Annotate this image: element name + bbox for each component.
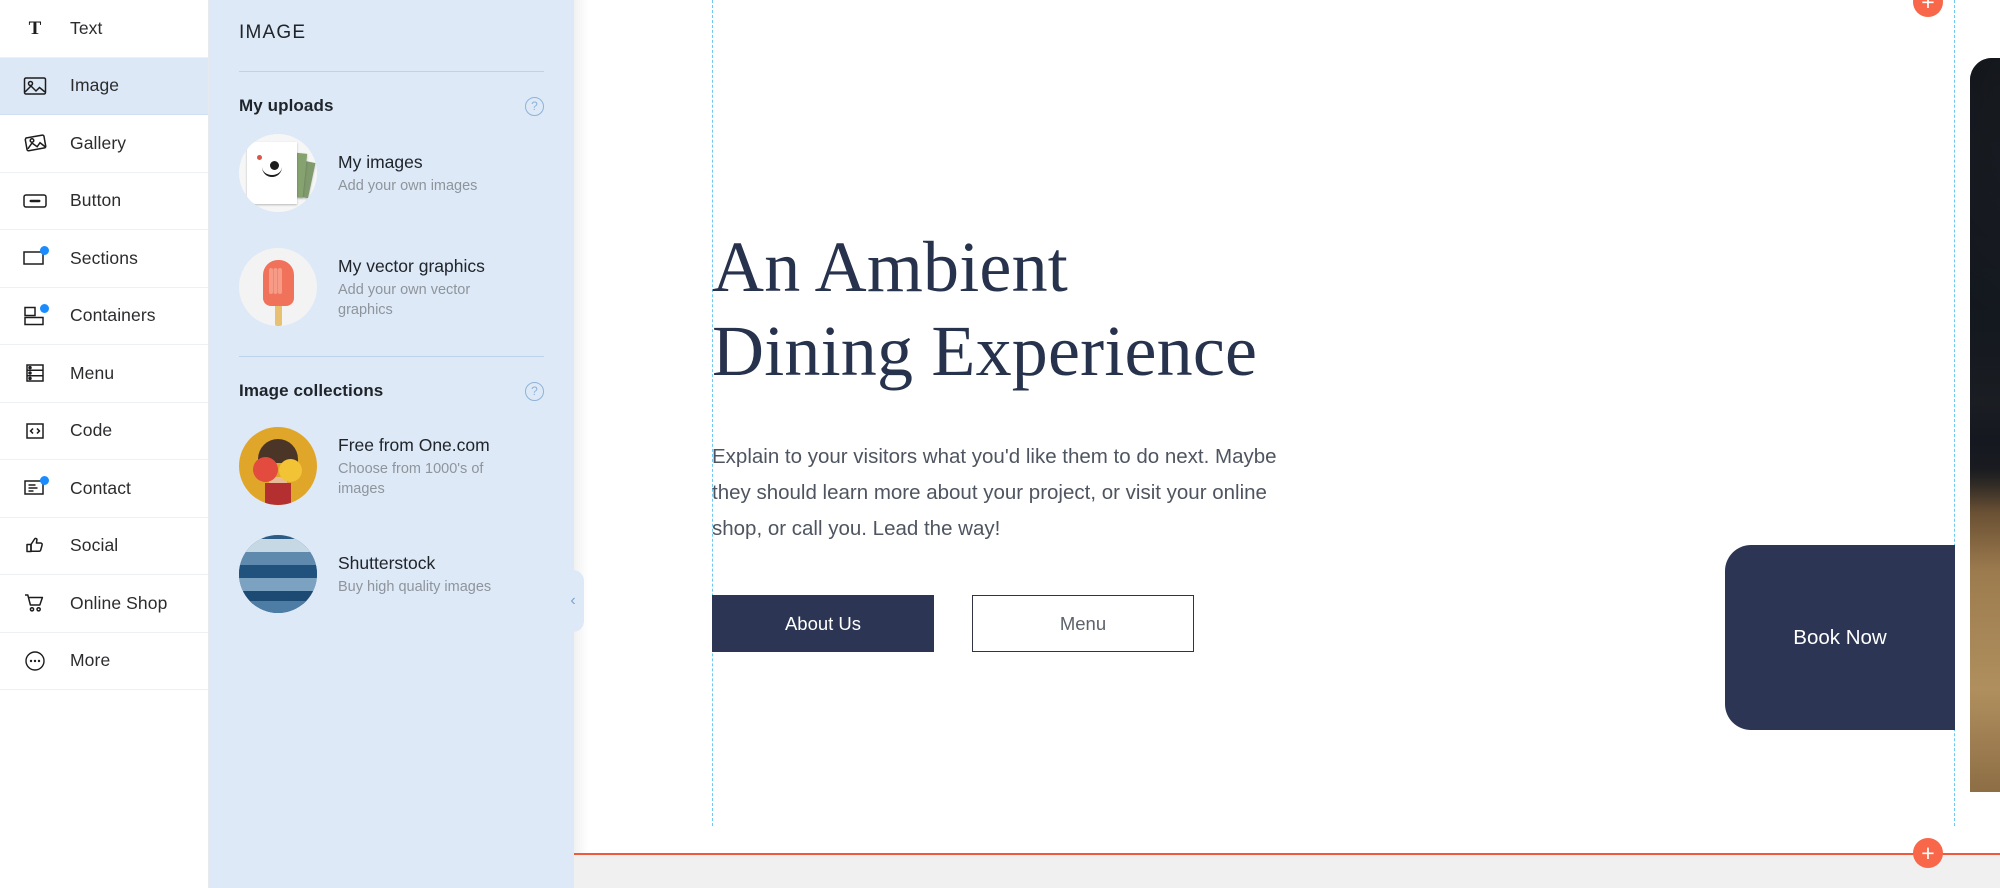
- sidebar-item-gallery[interactable]: Gallery: [0, 115, 208, 173]
- hero-text-block[interactable]: An Ambient Dining Experience Explain to …: [712, 225, 1312, 653]
- sidebar-item-button[interactable]: Button: [0, 173, 208, 230]
- gallery-icon: [22, 130, 48, 156]
- sidebar-item-label: Code: [70, 420, 113, 441]
- more-ellipsis-icon: [22, 648, 48, 674]
- help-icon[interactable]: ?: [525, 381, 544, 401]
- collapse-panel-handle[interactable]: ‹: [562, 570, 584, 632]
- sidebar-item-label: Contact: [70, 477, 132, 498]
- panel-title: IMAGE: [239, 22, 307, 43]
- ocean-waves-thumb: [239, 535, 317, 613]
- tile-subtitle: Add your own images: [338, 178, 478, 195]
- tile-subtitle: Add your own vector graphics: [338, 281, 471, 319]
- sidebar-item-label: Containers: [70, 305, 156, 326]
- page-title-line-2: Dining Experience: [712, 311, 1258, 392]
- tile-title: Free from One.com: [338, 435, 490, 456]
- section-header-image-collections: Image collections ?: [209, 357, 574, 401]
- image-panel: IMAGE My uploads ? My images Add your ow…: [209, 0, 574, 888]
- photos-stack-thumb: [239, 134, 317, 212]
- code-icon: [22, 418, 48, 444]
- sidebar-item-text[interactable]: T Text: [0, 0, 208, 58]
- sidebar-item-label: Online Shop: [70, 592, 168, 613]
- thumbs-up-icon: [22, 533, 48, 559]
- element-type-rail: T Text Image Gallery Button Sections Con…: [0, 0, 209, 888]
- sections-icon: [22, 245, 49, 271]
- hero-button-row: About Us Menu: [712, 595, 1312, 653]
- containers-icon: [22, 303, 49, 329]
- tile-my-vector-graphics[interactable]: My vector graphics Add your own vector g…: [209, 212, 574, 326]
- tile-title: Shutterstock: [338, 553, 436, 574]
- new-badge: [40, 303, 49, 313]
- sidebar-item-label: Button: [70, 190, 122, 211]
- sidebar-item-label: Sections: [70, 247, 138, 268]
- book-now-tab[interactable]: Book Now: [1725, 545, 1955, 730]
- canvas-edge-shadow: [574, 0, 588, 888]
- button-icon: [22, 188, 48, 214]
- popsicle-thumb: [239, 248, 317, 326]
- sidebar-item-label: More: [70, 650, 111, 671]
- section-header-my-uploads: My uploads ?: [209, 72, 574, 116]
- chevron-left-icon: ‹: [570, 592, 576, 609]
- new-badge: [40, 246, 49, 256]
- sidebar-item-label: Gallery: [70, 132, 127, 153]
- tile-my-images[interactable]: My images Add your own images: [209, 116, 574, 212]
- tile-title: My vector graphics: [338, 256, 485, 277]
- sidebar-item-sections[interactable]: Sections: [0, 230, 208, 288]
- help-icon[interactable]: ?: [525, 96, 544, 116]
- menu-button[interactable]: Menu: [972, 595, 1194, 653]
- page-title-line-1: An Ambient: [712, 227, 1068, 307]
- add-section-below-button[interactable]: +: [1913, 838, 1943, 868]
- sidebar-item-online-shop[interactable]: Online Shop: [0, 575, 208, 633]
- menu-icon: [22, 360, 48, 386]
- page-title: An Ambient Dining Experience: [712, 225, 1312, 393]
- woman-citrus-thumb: [239, 427, 317, 505]
- tile-subtitle: Choose from 1000's of images: [338, 460, 484, 498]
- tile-shutterstock[interactable]: Shutterstock Buy high quality images: [209, 505, 574, 613]
- tile-title: My images: [338, 152, 423, 173]
- website-canvas: An Ambient Dining Experience Explain to …: [574, 0, 2000, 888]
- tile-free-from-onecom[interactable]: Free from One.com Choose from 1000's of …: [209, 401, 574, 505]
- image-icon: [22, 73, 48, 99]
- section-title: Image collections: [239, 381, 384, 400]
- text-icon: T: [22, 15, 48, 41]
- tile-subtitle: Buy high quality images: [338, 579, 492, 596]
- sidebar-item-label: Menu: [70, 362, 115, 383]
- about-us-button[interactable]: About Us: [712, 595, 934, 653]
- contact-icon: [22, 475, 49, 501]
- sidebar-item-contact[interactable]: Contact: [0, 460, 208, 518]
- sidebar-item-containers[interactable]: Containers: [0, 288, 208, 345]
- sidebar-item-label: Text: [70, 17, 103, 38]
- sidebar-item-image[interactable]: Image: [0, 57, 208, 115]
- hero-paragraph: Explain to your visitors what you'd like…: [712, 445, 1277, 540]
- sidebar-item-menu[interactable]: Menu: [0, 345, 208, 403]
- website-builder-app: T Text Image Gallery Button Sections Con…: [0, 0, 2000, 888]
- sidebar-item-label: Social: [70, 535, 119, 556]
- sidebar-item-label: Image: [70, 75, 120, 96]
- hero-image[interactable]: [1970, 58, 2000, 792]
- sidebar-item-more[interactable]: More: [0, 633, 208, 690]
- next-section-strip: [574, 855, 2000, 888]
- svg-text:T: T: [29, 18, 42, 39]
- sidebar-item-code[interactable]: Code: [0, 403, 208, 460]
- sidebar-item-social[interactable]: Social: [0, 518, 208, 575]
- section-title: My uploads: [239, 96, 334, 115]
- new-badge: [40, 476, 49, 486]
- shopping-cart-icon: [22, 590, 48, 616]
